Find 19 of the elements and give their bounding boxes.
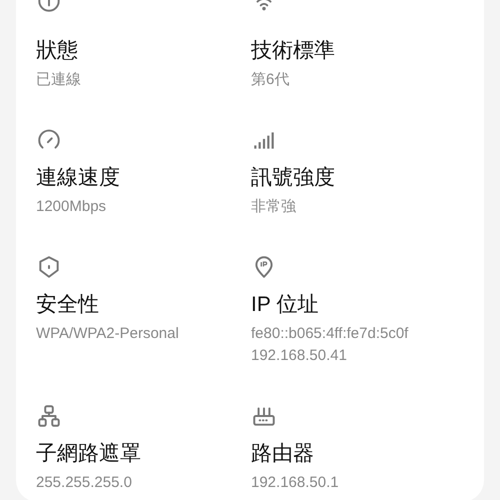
- item-value: fe80::b065:4ff:fe7d:5c0f: [251, 324, 410, 344]
- item-title: IP 位址: [251, 292, 320, 318]
- item-title: 訊號強度: [251, 165, 336, 191]
- item-title: 狀態: [36, 38, 79, 64]
- item-value: 1200Mbps: [36, 197, 108, 217]
- info-icon: [36, 0, 62, 14]
- item-title: 安全性: [36, 292, 100, 318]
- item-value: WPA/WPA2-Personal: [36, 324, 180, 344]
- item-value: 192.168.50.41: [251, 346, 348, 366]
- item-title: 技術標準: [251, 38, 336, 64]
- item-title: 路由器: [251, 441, 315, 467]
- item-value: 已連線: [36, 70, 82, 90]
- item-value: 非常強: [251, 197, 297, 217]
- item-title: 連線速度: [36, 165, 121, 191]
- item-value: 255.255.255.0: [36, 473, 133, 493]
- network-icon: [36, 403, 62, 429]
- item-title: 子網路遮罩: [36, 441, 142, 467]
- item-value: 第6代: [251, 70, 290, 90]
- item-value: 192.168.50.1: [251, 473, 340, 493]
